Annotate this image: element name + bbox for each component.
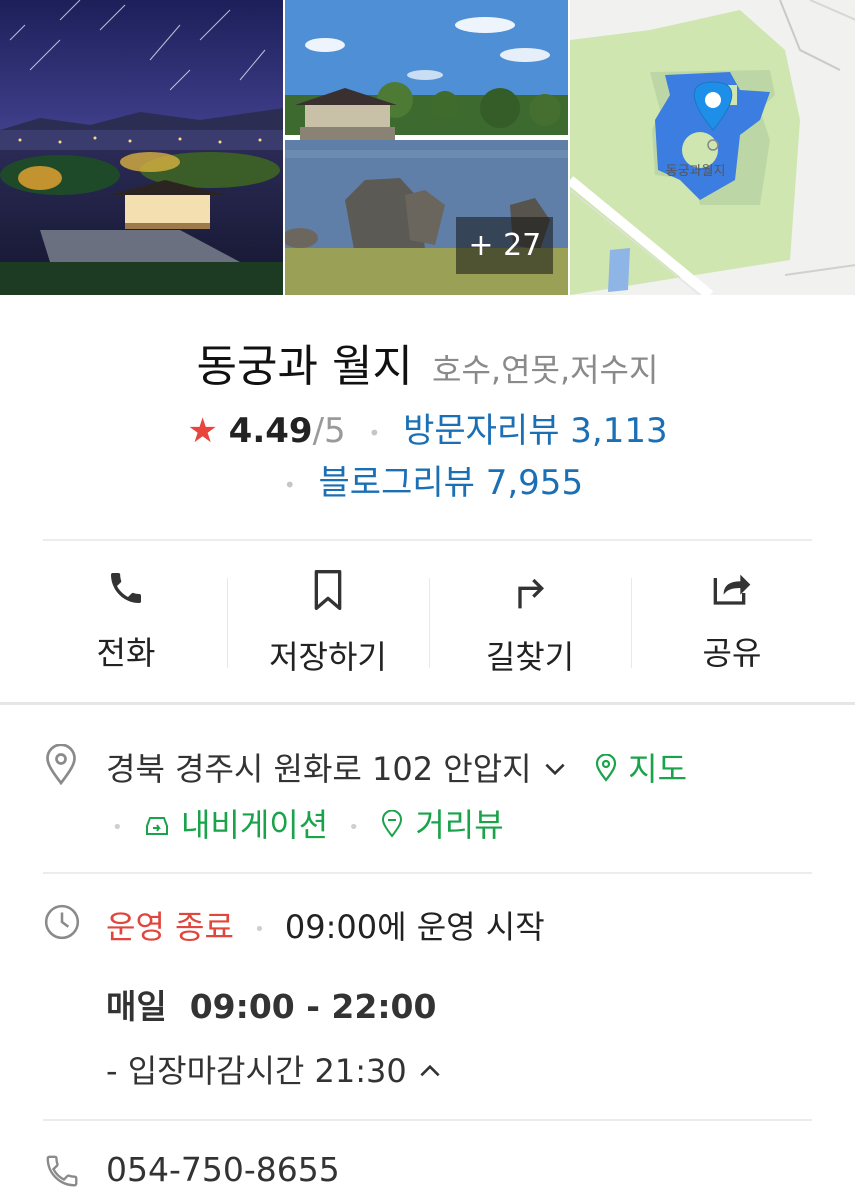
directions-label: 길찾기: [485, 638, 575, 676]
action-bar: 전화 저장하기 길찾기 공유: [25, 568, 833, 676]
title-row: 동궁과 월지 호수,연못,저수지: [0, 330, 855, 394]
address-text[interactable]: 경북 경주시 원화로 102 안압지: [106, 750, 532, 788]
map-image: [569, 0, 855, 295]
street-view-icon: [379, 808, 405, 846]
place-category: 호수,연못,저수지: [432, 351, 659, 389]
navigation-label: 내비게이션: [180, 806, 329, 844]
phone-outline-icon: [43, 1152, 79, 1192]
share-button[interactable]: 공유: [631, 568, 833, 673]
chevron-up-icon[interactable]: [417, 1054, 443, 1092]
more-photos-count[interactable]: + 27: [456, 217, 554, 274]
map-thumbnail[interactable]: 동궁과월지: [569, 0, 855, 295]
rating-row: ★ 4.49/5 • 방문자리뷰 3,113: [0, 403, 855, 452]
separator-dot: •: [112, 816, 123, 838]
share-icon: [710, 568, 754, 608]
separator-dot: •: [254, 918, 265, 940]
phone-number[interactable]: 054-750-8655: [106, 1150, 340, 1189]
map-link[interactable]: 지도: [594, 750, 687, 788]
car-icon: [143, 808, 171, 846]
phone-icon: [104, 568, 148, 608]
last-entry-line[interactable]: - 입장마감시간 21:30: [106, 1046, 443, 1092]
photo-day-pond[interactable]: + 27: [285, 0, 568, 295]
photo-strip: + 27 동궁과월지: [0, 0, 855, 295]
separator-dot: •: [283, 472, 296, 497]
street-view-label: 거리뷰: [415, 806, 504, 844]
chevron-down-icon[interactable]: [542, 752, 568, 790]
last-entry-text: - 입장마감시간 21:30: [106, 1052, 407, 1090]
daily-label: 매일: [106, 987, 167, 1026]
save-label: 저장하기: [269, 638, 387, 676]
bookmark-icon: [306, 568, 350, 612]
navigation-link[interactable]: 내비게이션: [143, 806, 339, 844]
place-name: 동궁과 월지: [196, 341, 413, 392]
rating-max: /5: [312, 411, 346, 451]
directions-arrow-icon: [508, 568, 552, 612]
address-links: • 내비게이션 • 거리뷰: [102, 800, 504, 846]
visitor-reviews-link[interactable]: 방문자리뷰 3,113: [403, 411, 668, 451]
divider: [43, 1119, 812, 1121]
map-place-label: 동궁과월지: [665, 164, 726, 179]
daily-hours-value: 09:00 - 22:00: [189, 987, 437, 1026]
save-button[interactable]: 저장하기: [227, 568, 429, 676]
star-icon: ★: [187, 411, 218, 451]
daily-hours: 매일 09:00 - 22:00: [106, 980, 436, 1028]
call-button[interactable]: 전화: [25, 568, 227, 673]
blog-row: • 블로그리뷰 7,955: [0, 455, 855, 504]
separator-dot: •: [348, 816, 359, 838]
divider: [43, 872, 812, 874]
location-pin-icon: [43, 743, 79, 786]
share-label: 공유: [702, 634, 762, 672]
clock-icon: [43, 903, 80, 943]
section-divider: [0, 702, 855, 705]
separator-dot: •: [368, 420, 381, 445]
closed-status: 운영 종료: [106, 908, 234, 946]
map-pin-icon: [594, 752, 618, 790]
blog-reviews-link[interactable]: 블로그리뷰 7,955: [319, 463, 584, 503]
photo-night-pavilion[interactable]: [0, 0, 284, 295]
directions-button[interactable]: 길찾기: [429, 568, 631, 676]
night-photo-image: [0, 0, 284, 295]
street-view-link[interactable]: 거리뷰: [379, 806, 504, 844]
call-label: 전화: [96, 634, 156, 672]
next-open-text: 09:00에 운영 시작: [284, 908, 545, 946]
map-label: 지도: [628, 750, 688, 788]
address-line: 경북 경주시 원화로 102 안압지 지도: [106, 744, 687, 790]
divider: [43, 539, 812, 541]
rating-score: 4.49: [228, 411, 313, 451]
hours-status-line: 운영 종료 • 09:00에 운영 시작: [106, 902, 545, 948]
